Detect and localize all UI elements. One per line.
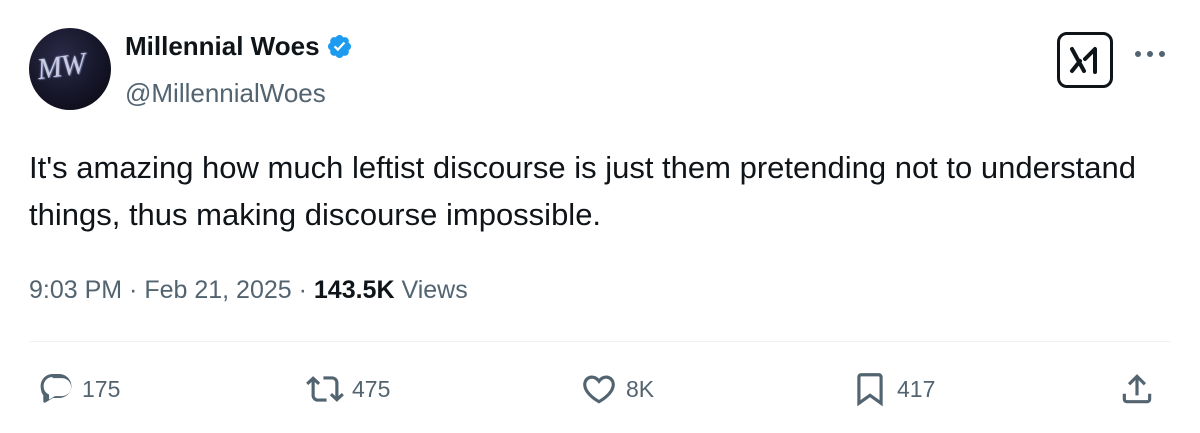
more-horizontal-icon[interactable] xyxy=(1133,48,1167,60)
reply-count: 175 xyxy=(82,375,121,402)
grok-icon xyxy=(1070,47,1097,74)
tweet-meta: 9:03 PM · Feb 21, 2025 · 143.5K Views xyxy=(29,276,468,305)
avatar-logo: MW xyxy=(34,46,87,87)
repost-button[interactable]: 475 xyxy=(306,370,390,408)
views-count: 143.5K xyxy=(313,276,395,304)
bookmark-icon xyxy=(857,373,883,407)
tweet-date[interactable]: Feb 21, 2025 xyxy=(144,276,291,304)
author-handle[interactable]: @MillennialWoes xyxy=(125,78,326,109)
display-name[interactable]: Millennial Woes xyxy=(125,31,320,62)
author-name-row: Millennial Woes xyxy=(125,31,353,62)
repost-count: 475 xyxy=(352,375,391,402)
meta-separator-2: · xyxy=(291,276,314,304)
tweet-text: It's amazing how much leftist discourse … xyxy=(29,150,1136,232)
divider xyxy=(29,341,1171,342)
bookmark-button[interactable]: 417 xyxy=(851,370,935,408)
avatar[interactable]: MW xyxy=(29,28,111,110)
reply-button[interactable]: 175 xyxy=(38,370,120,408)
tweet-time[interactable]: 9:03 PM xyxy=(29,276,122,304)
share-icon xyxy=(1122,374,1152,404)
like-count: 8K xyxy=(626,375,655,402)
repost-icon xyxy=(306,376,344,402)
like-button[interactable]: 8K xyxy=(580,370,654,408)
share-button[interactable] xyxy=(1118,370,1156,408)
bookmark-count: 417 xyxy=(897,375,936,402)
grok-button[interactable] xyxy=(1057,32,1113,88)
heart-icon xyxy=(583,375,615,404)
reply-icon xyxy=(40,374,72,403)
meta-separator: · xyxy=(122,276,145,304)
views-label: Views xyxy=(401,276,468,304)
verified-badge-icon[interactable] xyxy=(326,33,353,60)
